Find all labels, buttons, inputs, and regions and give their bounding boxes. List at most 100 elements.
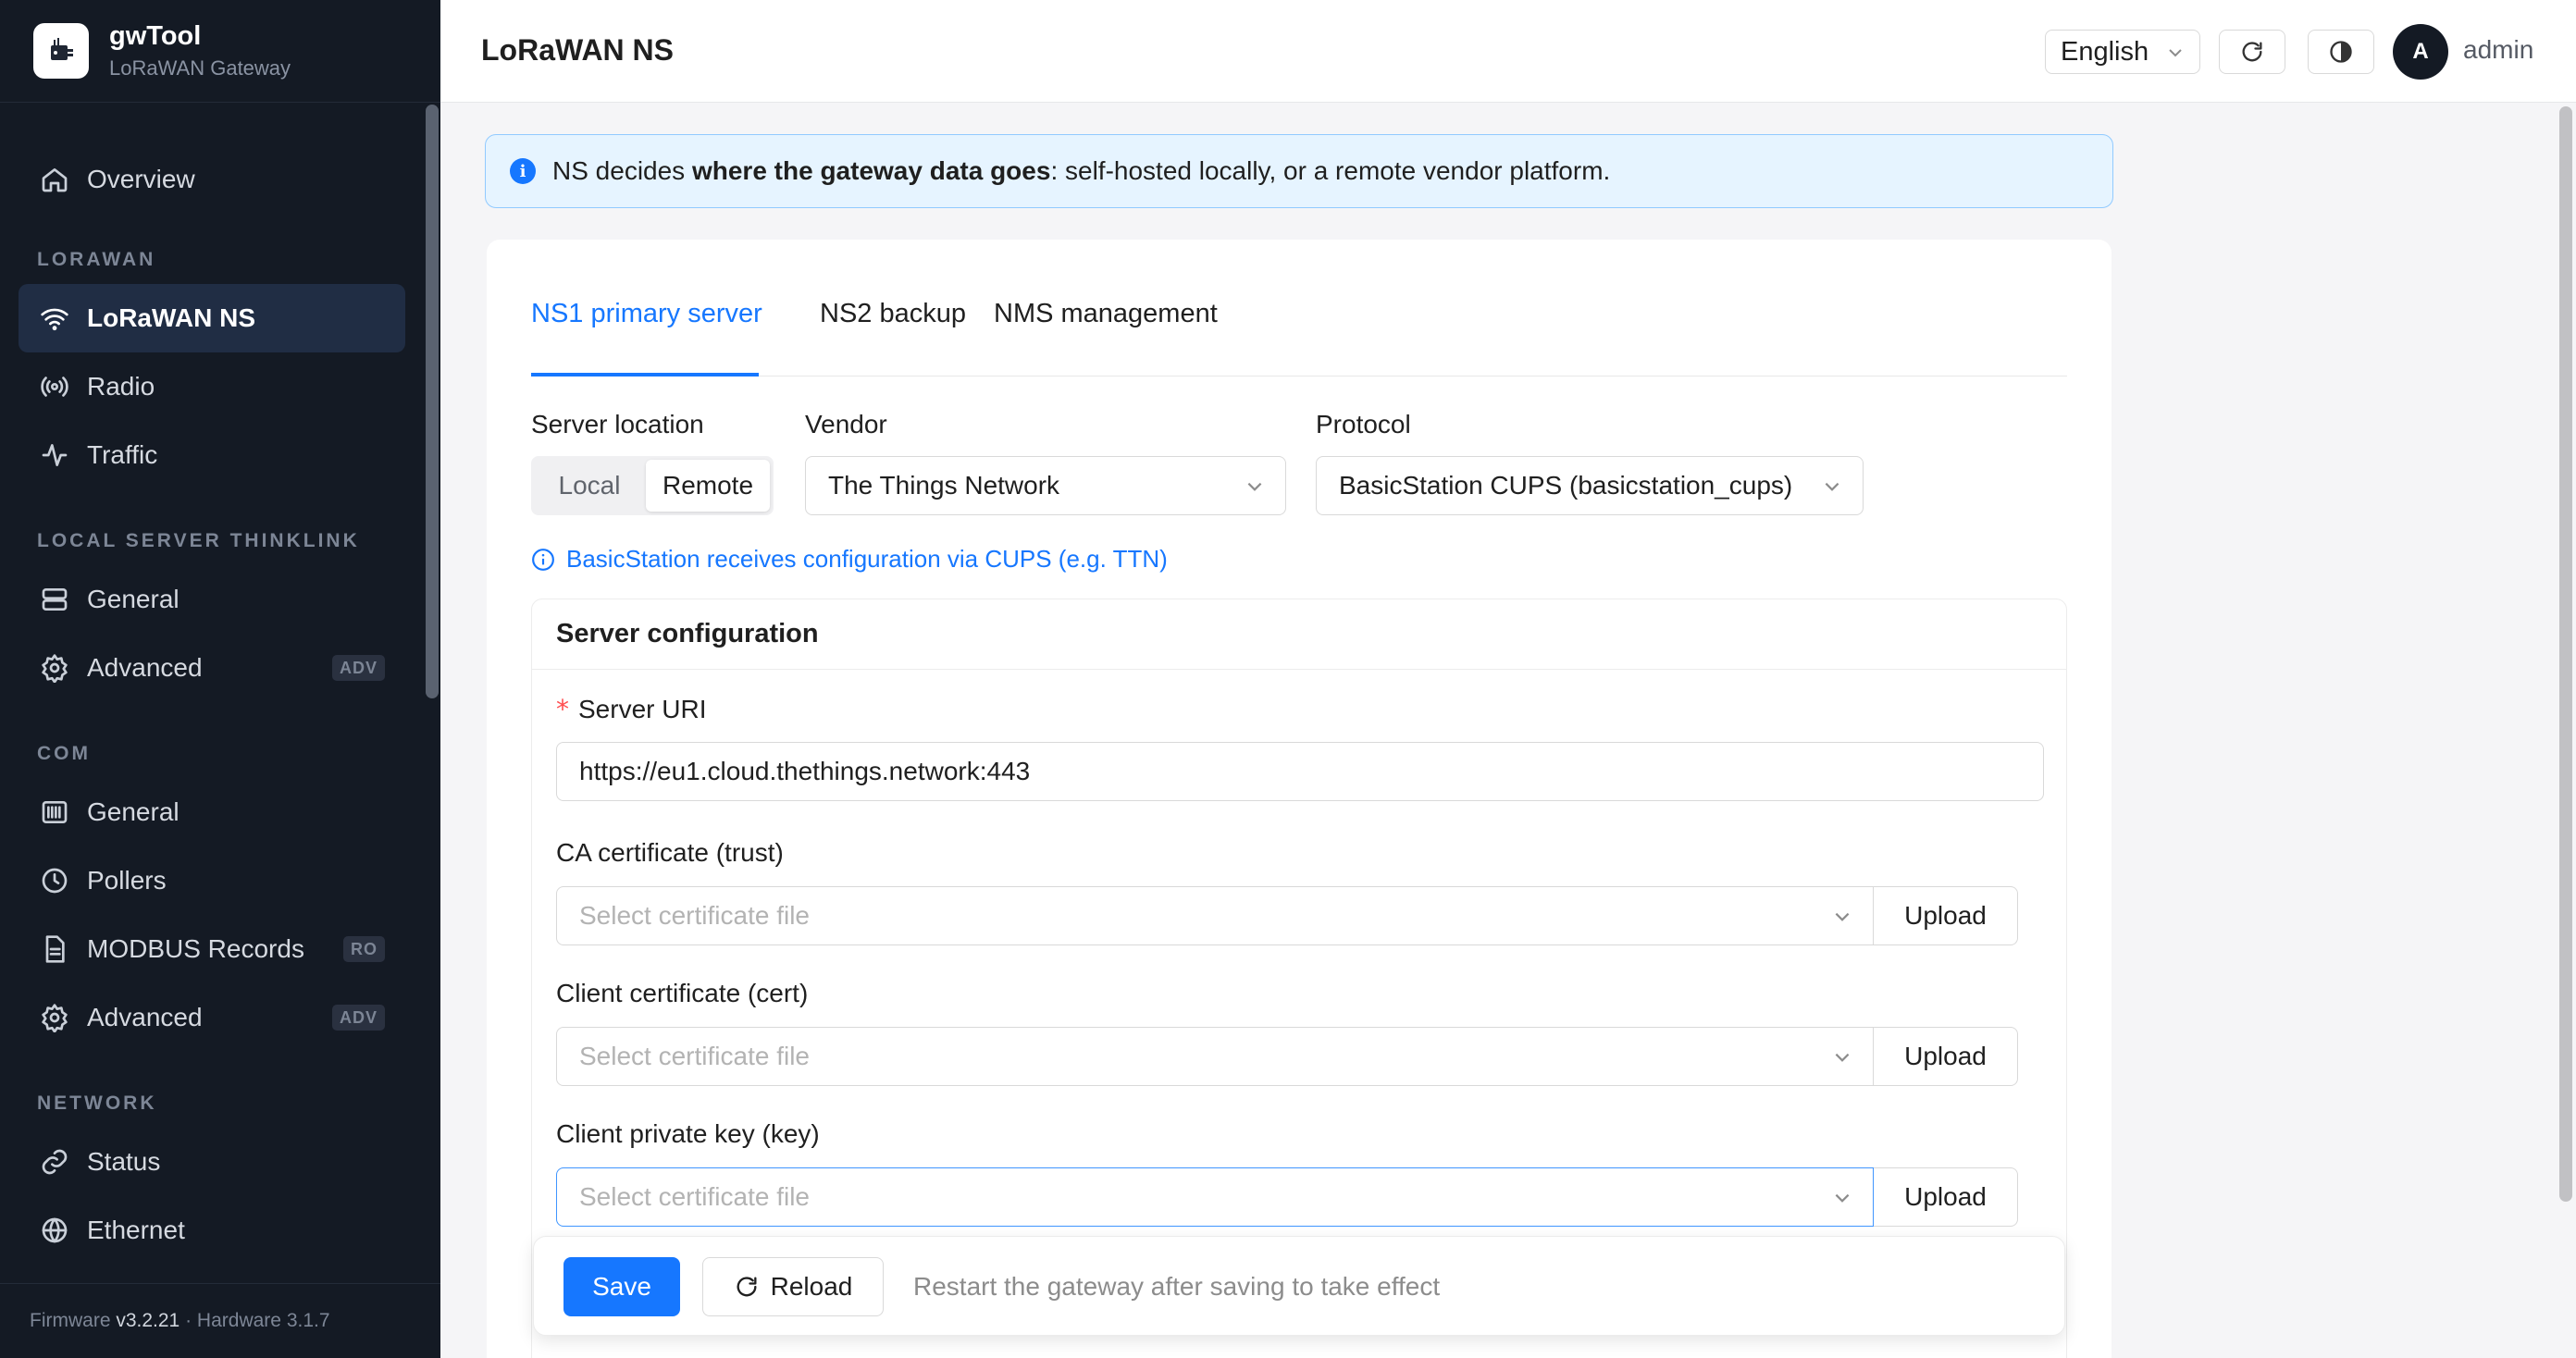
section-network: NETWORK bbox=[37, 1093, 157, 1114]
sidebar-item-ethernet[interactable]: Ethernet bbox=[19, 1196, 405, 1265]
sidebar-item-com-general[interactable]: General bbox=[19, 778, 405, 846]
ca-certificate-select[interactable]: Select certificate file bbox=[556, 886, 1874, 945]
sidebar-item-com-advanced[interactable]: Advanced ADV bbox=[19, 983, 405, 1052]
section-local-server: LOCAL SERVER THINKLINK bbox=[37, 530, 360, 551]
ca-certificate-placeholder: Select certificate file bbox=[579, 901, 810, 930]
location-option-local[interactable]: Local bbox=[535, 460, 644, 512]
client-certificate-select[interactable]: Select certificate file bbox=[556, 1027, 1874, 1086]
language-select[interactable]: English bbox=[2045, 30, 2200, 74]
app-subtitle: LoRaWAN Gateway bbox=[109, 56, 291, 80]
tab-ns2-backup[interactable]: NS2 backup bbox=[820, 297, 966, 377]
sidebar-item-radio[interactable]: Radio bbox=[19, 352, 405, 421]
section-lorawan: LORAWAN bbox=[37, 249, 156, 270]
chevron-down-icon bbox=[1835, 1193, 1850, 1203]
chevron-down-icon bbox=[1825, 482, 1839, 491]
server-uri-input[interactable]: https://eu1.cloud.thethings.network:443 bbox=[556, 742, 2044, 801]
section-com: COM bbox=[37, 743, 91, 764]
gear-icon bbox=[39, 1002, 70, 1033]
sidebar-item-label: Ethernet bbox=[87, 1216, 185, 1244]
info-circle-icon bbox=[532, 548, 554, 571]
client-private-key-label: Client private key (key) bbox=[556, 1119, 820, 1148]
client-private-key-select[interactable]: Select certificate file bbox=[556, 1167, 1874, 1227]
action-bar: Save Reload Restart the gateway after sa… bbox=[533, 1236, 2065, 1336]
client-certificate-placeholder: Select certificate file bbox=[579, 1042, 810, 1070]
gateway-logo-icon bbox=[33, 23, 89, 79]
main-content: i NS decides where the gateway data goes… bbox=[440, 103, 2576, 1358]
firmware-label: Firmware bbox=[30, 1310, 111, 1331]
vendor-select[interactable]: The Things Network bbox=[805, 456, 1286, 515]
sidebar-scrollbar-thumb[interactable] bbox=[426, 105, 439, 698]
reload-button[interactable]: Reload bbox=[702, 1257, 884, 1316]
sidebar-nav: Overview LORAWAN LoRaWAN NS Radio Traffi… bbox=[0, 103, 440, 1283]
protocol-select[interactable]: BasicStation CUPS (basicstation_cups) bbox=[1316, 456, 1864, 515]
reload-label: Reload bbox=[770, 1272, 853, 1301]
theme-toggle-button[interactable] bbox=[2308, 30, 2374, 74]
server-tabs: NS1 primary server NS2 backup NMS manage… bbox=[531, 297, 2067, 377]
sidebar-item-label: Advanced bbox=[87, 653, 203, 682]
hardware-version: 3.1.7 bbox=[286, 1310, 330, 1331]
sidebar-item-label: Traffic bbox=[87, 440, 158, 469]
required-mark: * bbox=[556, 694, 569, 724]
vendor-value: The Things Network bbox=[828, 471, 1060, 500]
document-icon bbox=[39, 933, 70, 965]
banner-suffix: : self-hosted locally, or a remote vendo… bbox=[1050, 156, 1611, 185]
sidebar-item-traffic[interactable]: Traffic bbox=[19, 421, 405, 489]
wifi-icon bbox=[39, 302, 70, 334]
top-header: LoRaWAN NS English A admin bbox=[440, 0, 2576, 103]
protocol-hint: BasicStation receives configuration via … bbox=[531, 545, 1168, 574]
server-location-label: Server location bbox=[531, 410, 704, 438]
chevron-down-icon bbox=[1247, 482, 1262, 491]
sidebar-item-label: General bbox=[87, 585, 180, 613]
avatar[interactable]: A bbox=[2393, 24, 2448, 80]
refresh-icon bbox=[2242, 42, 2262, 62]
sidebar: gwTool LoRaWAN Gateway Overview LORAWAN … bbox=[0, 0, 440, 1358]
sidebar-item-lorawan-ns[interactable]: LoRaWAN NS bbox=[19, 284, 405, 352]
hint-text: BasicStation receives configuration via … bbox=[566, 545, 1168, 573]
link-icon bbox=[39, 1146, 70, 1178]
chevron-down-icon bbox=[2169, 49, 2182, 57]
tab-nms-management[interactable]: NMS management bbox=[994, 297, 1218, 377]
info-banner: i NS decides where the gateway data goes… bbox=[485, 134, 2113, 208]
version-separator: · bbox=[185, 1310, 192, 1331]
refresh-button[interactable] bbox=[2219, 30, 2285, 74]
tab-ns1-primary[interactable]: NS1 primary server bbox=[531, 297, 762, 377]
save-button[interactable]: Save bbox=[564, 1257, 680, 1316]
sidebar-item-status[interactable]: Status bbox=[19, 1128, 405, 1196]
client-private-key-upload-button[interactable]: Upload bbox=[1874, 1167, 2018, 1227]
main-scrollbar-thumb[interactable] bbox=[2559, 106, 2572, 1202]
sidebar-item-thinklink-general[interactable]: General bbox=[19, 565, 405, 634]
radio-waves-icon bbox=[39, 371, 70, 402]
clock-icon bbox=[39, 865, 70, 896]
ca-certificate-upload-button[interactable]: Upload bbox=[1874, 886, 2018, 945]
chevron-down-icon bbox=[1835, 1053, 1850, 1062]
sidebar-item-overview[interactable]: Overview bbox=[19, 145, 405, 214]
ca-certificate-label: CA certificate (trust) bbox=[556, 838, 784, 867]
sidebar-item-modbus-records[interactable]: MODBUS Records RO bbox=[19, 915, 405, 983]
banner-prefix: NS decides bbox=[552, 156, 692, 185]
client-certificate-upload-button[interactable]: Upload bbox=[1874, 1027, 2018, 1086]
language-value: English bbox=[2061, 36, 2149, 67]
sidebar-item-thinklink-advanced[interactable]: Advanced ADV bbox=[19, 634, 405, 702]
server-icon bbox=[39, 584, 70, 615]
server-location-toggle[interactable]: Local Remote bbox=[531, 456, 774, 515]
sidebar-item-pollers[interactable]: Pollers bbox=[19, 846, 405, 915]
sidebar-item-label: General bbox=[87, 797, 180, 826]
vendor-label: Vendor bbox=[805, 410, 887, 438]
protocol-label: Protocol bbox=[1316, 410, 1411, 438]
home-icon bbox=[39, 164, 70, 195]
server-uri-value: https://eu1.cloud.thethings.network:443 bbox=[579, 757, 1031, 785]
chevron-down-icon bbox=[1835, 912, 1850, 921]
restart-note: Restart the gateway after saving to take… bbox=[913, 1272, 1441, 1301]
page-title: LoRaWAN NS bbox=[481, 33, 674, 67]
user-name[interactable]: admin bbox=[2463, 35, 2533, 65]
server-uri-label: * Server URI bbox=[556, 694, 706, 724]
info-icon: i bbox=[510, 158, 536, 184]
version-info: Firmware v3.2.21 · Hardware 3.1.7 bbox=[0, 1283, 440, 1358]
adv-badge: ADV bbox=[331, 1005, 385, 1031]
app-name: gwTool bbox=[109, 21, 202, 51]
location-option-remote[interactable]: Remote bbox=[646, 460, 770, 512]
sidebar-item-label: LoRaWAN NS bbox=[87, 303, 255, 332]
firmware-version: v3.2.21 bbox=[116, 1310, 180, 1331]
reload-icon bbox=[737, 1277, 757, 1297]
sidebar-scrollbar[interactable] bbox=[424, 103, 440, 1283]
